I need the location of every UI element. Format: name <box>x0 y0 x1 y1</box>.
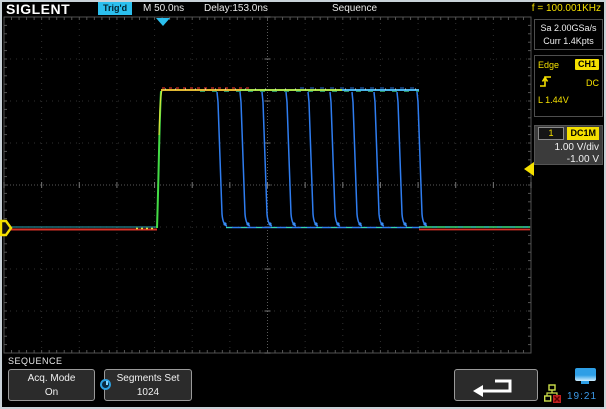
channel-coupling-badge: DC1M <box>567 127 599 140</box>
trigger-level-icon <box>524 162 534 176</box>
page-title: Sequence <box>332 3 377 14</box>
memory-depth: Curr 1.4Kpts <box>535 35 602 48</box>
acq-mode-value: On <box>9 386 94 400</box>
channel-offset: -1.00 V <box>538 154 599 166</box>
trigger-status-badge: Trig'd <box>98 2 132 15</box>
channel-number-badge: 1 <box>538 127 564 140</box>
clock-readout: 19:21 <box>567 391 597 402</box>
frequency-counter: f = 100.001KHz <box>532 3 601 14</box>
trigger-position-icon <box>156 18 170 26</box>
acq-mode-label: Acq. Mode <box>9 372 94 386</box>
trigger-level-readout: L 1.44V <box>538 95 599 105</box>
acquisition-panel: Sa 2.00GSa/s Curr 1.4Kpts <box>534 19 603 50</box>
segments-set-value: 1024 <box>105 386 191 400</box>
oscilloscope-screen: SIGLENT Trig'd M 50.0ns Delay:153.0ns Se… <box>0 0 606 409</box>
trigger-panel: Edge CH1 DC L 1.44V <box>534 55 603 117</box>
knob-icon <box>100 379 111 390</box>
back-button[interactable] <box>454 369 538 401</box>
delay-readout: Delay:153.0ns <box>204 3 268 14</box>
sample-rate: Sa 2.00GSa/s <box>535 22 602 35</box>
monitor-icon <box>575 368 596 381</box>
channel-scale: 1.00 V/div <box>538 142 599 154</box>
brand-logo: SIGLENT <box>6 1 70 17</box>
menu-title: SEQUENCE <box>8 356 63 366</box>
rising-edge-icon <box>538 74 556 91</box>
lan-disconnected-icon <box>544 384 562 404</box>
channel-marker-icon <box>1 221 11 235</box>
channel-panel: 1 DC1M 1.00 V/div -1.00 V <box>534 125 603 165</box>
trigger-coupling: DC <box>586 78 599 88</box>
trigger-source-badge: CH1 <box>575 59 599 70</box>
trigger-type: Edge <box>538 60 559 70</box>
waveform-display <box>0 0 606 409</box>
segments-set-button[interactable]: Segments Set 1024 <box>104 369 192 401</box>
segments-set-label: Segments Set <box>105 372 191 386</box>
timebase-readout: M 50.0ns <box>143 3 184 14</box>
acq-mode-button[interactable]: Acq. Mode On <box>8 369 95 401</box>
return-arrow-icon <box>468 374 524 398</box>
